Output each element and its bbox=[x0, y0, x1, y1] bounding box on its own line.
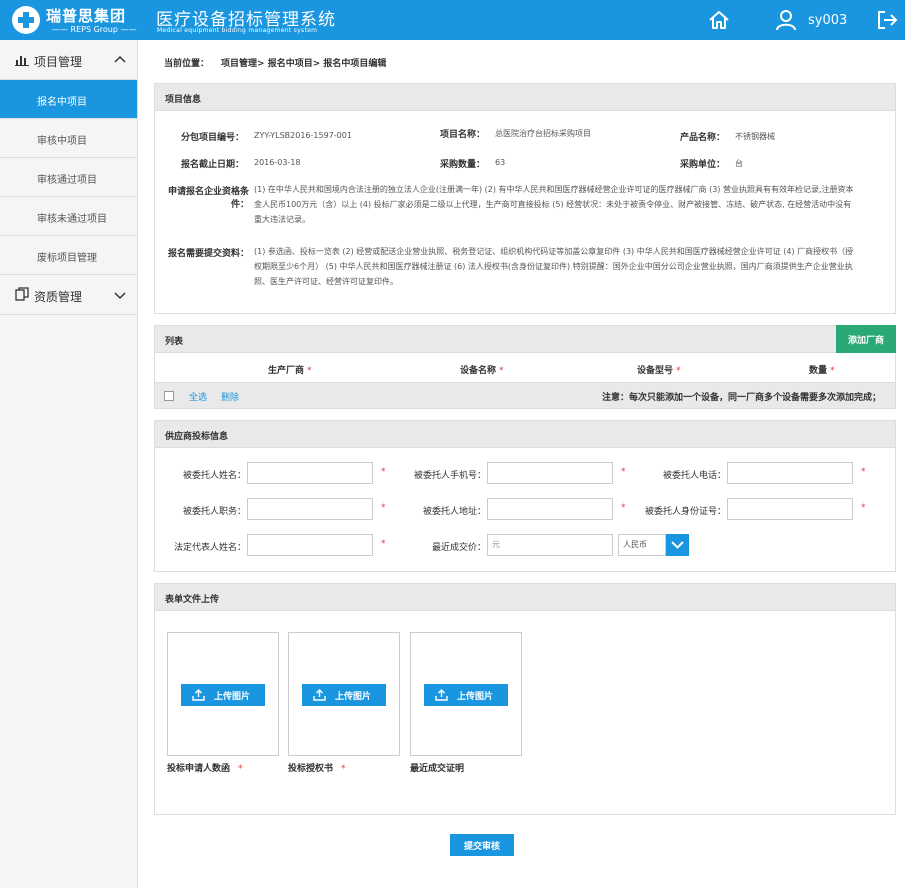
purchase-qty: 63 bbox=[495, 158, 506, 167]
sidebar-group-qualification[interactable]: 资质管理 bbox=[0, 275, 137, 315]
column-manufacturer: 生产厂商 * bbox=[268, 366, 312, 376]
deadline: 2016-03-18 bbox=[254, 158, 301, 167]
submit-review-button[interactable]: 提交审核 bbox=[450, 834, 514, 856]
select-all-checkbox[interactable] bbox=[164, 391, 174, 401]
sidebar-item-reviewing[interactable]: 审核中项目 bbox=[0, 119, 137, 158]
upload-slot-application: 上传图片 bbox=[167, 632, 279, 756]
copy-icon bbox=[15, 287, 29, 301]
purchase-unit: 台 bbox=[735, 159, 743, 168]
column-device-name: 设备名称 * bbox=[460, 366, 504, 376]
sidebar: 项目管理 报名中项目 审核中项目 审核通过项目 审核未通过项目 废标项目管理 资… bbox=[0, 40, 138, 888]
add-manufacturer-button[interactable]: 添加厂商 bbox=[836, 325, 896, 353]
bar-chart-icon bbox=[15, 56, 29, 66]
agent-idcard-input[interactable] bbox=[727, 498, 853, 520]
supplier-info-panel: 供应商投标信息 被委托人姓名： * 被委托人手机号： * 被委托人电话： * 被… bbox=[154, 420, 896, 572]
upload-caption: 投标授权书 * bbox=[288, 764, 346, 774]
column-device-model: 设备型号 * bbox=[637, 366, 681, 376]
qualification-text: (1) 在中华人民共和国境内合法注册的独立法人企业(注册满一年) (2) 有中华… bbox=[254, 185, 854, 224]
legal-rep-input[interactable] bbox=[247, 534, 373, 556]
home-icon[interactable] bbox=[708, 9, 730, 31]
select-all-link[interactable]: 全选 bbox=[189, 390, 207, 403]
notice-text: 注意：每次只能添加一个设备，同一厂商多个设备需要多次添加完成； bbox=[601, 393, 881, 403]
panel-title: 供应商投标信息 bbox=[165, 432, 229, 442]
agent-position-input[interactable] bbox=[247, 498, 373, 520]
logout-icon[interactable] bbox=[876, 9, 898, 31]
brand-english: —— REPS Group —— bbox=[52, 25, 137, 34]
upload-caption: 最近成交证明 bbox=[410, 764, 465, 774]
panel-title: 列表 bbox=[165, 337, 184, 347]
sidebar-item-rejected[interactable]: 审核未通过项目 bbox=[0, 197, 137, 236]
sidebar-item-approved[interactable]: 审核通过项目 bbox=[0, 158, 137, 197]
project-name: 总医院治疗台招标采购项目 bbox=[495, 129, 591, 138]
upload-icon bbox=[313, 689, 326, 701]
file-upload-panel: 表单文件上传 上传图片 投标申请人数函* 上传图片 投标授权书* 上传图片 bbox=[154, 583, 896, 815]
sub-project-no: ZYY-YLSB2016-1597-001 bbox=[254, 131, 352, 140]
username[interactable]: sy003 bbox=[808, 13, 847, 28]
agent-name-input[interactable] bbox=[247, 462, 373, 484]
upload-slot-authorization: 上传图片 bbox=[288, 632, 400, 756]
device-list-panel: 列表 添加厂商 生产厂商 * 设备名称 * 设备型号 * 数量 * 全选 删除 注意：每… bbox=[154, 325, 896, 409]
reps-logo-icon bbox=[12, 6, 40, 34]
currency-dropdown-button[interactable] bbox=[666, 534, 689, 556]
upload-icon bbox=[192, 689, 205, 701]
chevron-up-icon bbox=[114, 55, 126, 63]
sidebar-item-registering[interactable]: 报名中项目 bbox=[0, 80, 137, 119]
agent-phone-input[interactable] bbox=[727, 462, 853, 484]
upload-image-button[interactable]: 上传图片 bbox=[181, 684, 265, 706]
currency-select[interactable]: 人民币 bbox=[618, 534, 666, 556]
upload-image-button[interactable]: 上传图片 bbox=[424, 684, 508, 706]
breadcrumb: 当前位置： 项目管理> 报名中项目> 报名中项目编辑 bbox=[164, 59, 387, 69]
agent-address-input[interactable] bbox=[487, 498, 613, 520]
sidebar-item-void[interactable]: 废标项目管理 bbox=[0, 236, 137, 275]
top-header: 瑞普思集团 —— REPS Group —— 医疗设备招标管理系统 Medica… bbox=[0, 0, 905, 40]
chevron-down-icon bbox=[114, 292, 126, 300]
required-docs-text: (1) 参选函、投标一览表 (2) 经营或配送企业营业执照、税务登记证、组织机构… bbox=[254, 247, 854, 286]
list-footer: 全选 删除 注意：每次只能添加一个设备，同一厂商多个设备需要多次添加完成； bbox=[155, 382, 895, 408]
panel-title: 项目信息 bbox=[165, 95, 202, 105]
upload-icon bbox=[435, 689, 448, 701]
sidebar-group-label: 资质管理 bbox=[34, 290, 83, 304]
delete-link[interactable]: 删除 bbox=[221, 390, 239, 403]
project-info-panel: 项目信息 分包项目编号： ZYY-YLSB2016-1597-001 项目名称：… bbox=[154, 83, 896, 314]
system-subtitle: Medical equipment bidding management sys… bbox=[157, 27, 318, 34]
upload-caption: 投标申请人数函 * bbox=[167, 764, 243, 774]
chevron-down-icon bbox=[671, 541, 684, 549]
recent-price-input[interactable]: 元 bbox=[487, 534, 613, 556]
column-quantity: 数量 * bbox=[809, 366, 835, 376]
upload-slot-deal-proof: 上传图片 bbox=[410, 632, 522, 756]
brand-name: 瑞普思集团 bbox=[46, 7, 127, 25]
panel-title: 表单文件上传 bbox=[165, 595, 220, 605]
sidebar-group-project[interactable]: 项目管理 bbox=[0, 40, 137, 80]
user-icon[interactable] bbox=[776, 9, 796, 31]
sidebar-group-label: 项目管理 bbox=[34, 55, 83, 69]
product-name: 不锈钢器械 bbox=[735, 132, 775, 141]
upload-image-button[interactable]: 上传图片 bbox=[302, 684, 386, 706]
agent-mobile-input[interactable] bbox=[487, 462, 613, 484]
breadcrumb-path[interactable]: 项目管理> 报名中项目> 报名中项目编辑 bbox=[221, 59, 386, 69]
